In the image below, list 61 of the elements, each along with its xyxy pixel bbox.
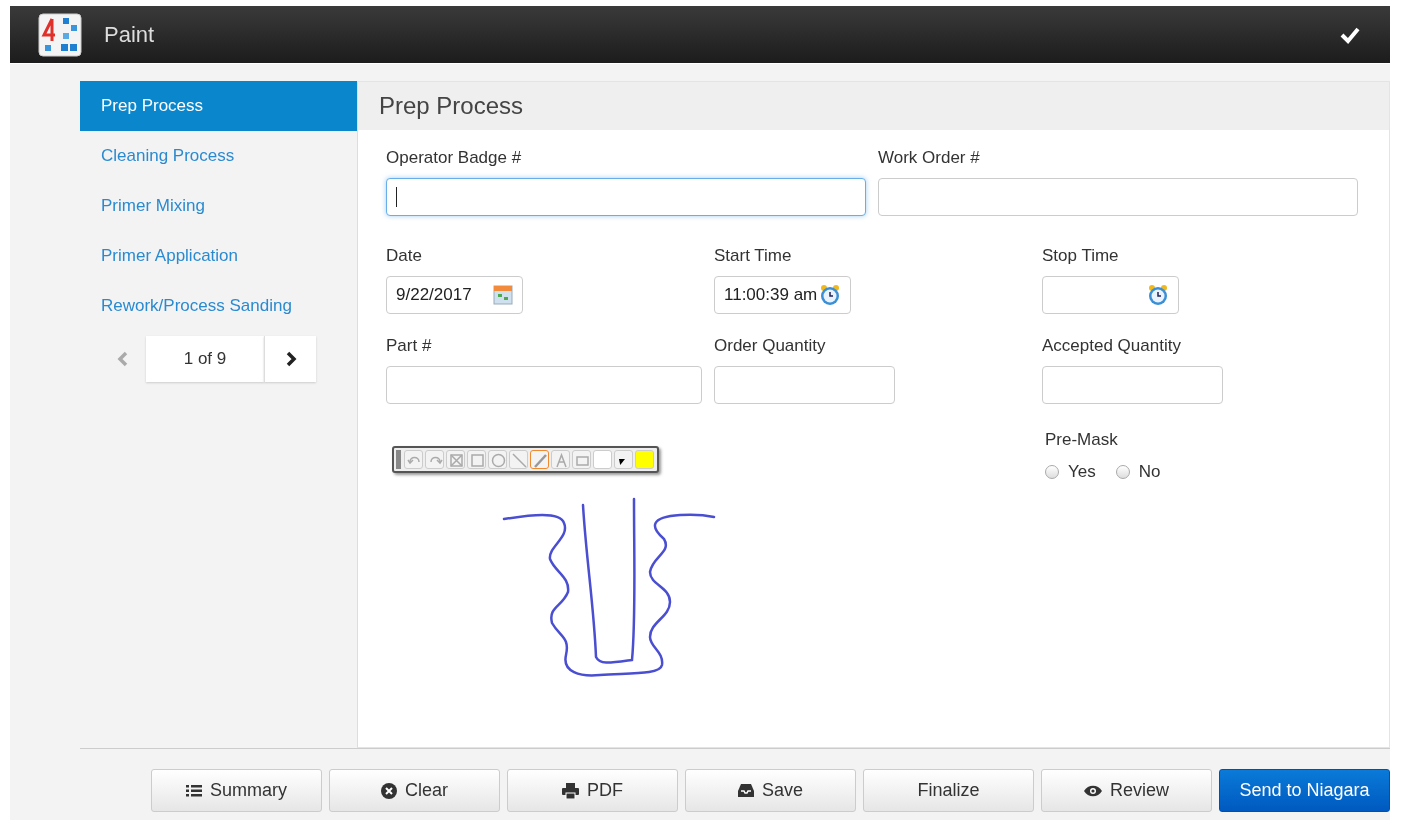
panel-title: Prep Process xyxy=(358,82,1389,130)
next-button[interactable] xyxy=(264,336,316,382)
input-field[interactable] xyxy=(714,366,895,404)
time-field[interactable] xyxy=(1042,276,1179,314)
color-swatch[interactable] xyxy=(635,450,654,469)
rectangle-tool[interactable] xyxy=(467,450,486,469)
redo[interactable] xyxy=(425,450,444,469)
field-label: Part # xyxy=(386,336,433,356)
eraser-tool[interactable] xyxy=(572,450,591,469)
action-button[interactable]: Finalize xyxy=(863,769,1034,812)
clear-icon xyxy=(447,451,466,470)
field-label: Accepted Quantity xyxy=(1042,336,1182,356)
field-label: Work Order # xyxy=(878,148,981,168)
checkmark-icon[interactable] xyxy=(1340,25,1360,44)
sidebar-item[interactable]: Prep Process xyxy=(80,81,357,131)
list-icon xyxy=(186,783,202,798)
circle-tool[interactable] xyxy=(488,450,507,469)
date-field[interactable]: 9/22/2017 xyxy=(386,276,523,314)
field-label: Date xyxy=(386,246,423,266)
circle-icon xyxy=(489,451,508,470)
action-button[interactable]: PDF xyxy=(507,769,678,812)
alarm-clock-icon[interactable] xyxy=(1147,284,1169,306)
input-field[interactable] xyxy=(386,178,866,216)
action-button[interactable]: Send to Niagara xyxy=(1219,769,1390,812)
close-icon xyxy=(381,782,397,799)
line-tool[interactable] xyxy=(509,450,528,469)
field-label: Operator Badge # xyxy=(386,148,523,168)
caret-icon xyxy=(619,459,625,465)
input-field[interactable] xyxy=(386,366,702,404)
color-swatch[interactable] xyxy=(593,450,612,469)
app-logo-icon xyxy=(38,12,82,57)
alarm-clock-icon[interactable] xyxy=(819,284,841,306)
printer-icon xyxy=(562,782,579,799)
window-title: Paint xyxy=(104,21,156,48)
square-icon xyxy=(468,451,487,470)
action-button[interactable]: Save xyxy=(685,769,856,812)
chevron-right-icon xyxy=(284,351,297,367)
field-label: Start Time xyxy=(714,246,793,266)
eye-icon xyxy=(1084,784,1102,797)
clear[interactable] xyxy=(446,450,465,469)
page-indicator: 1 of 9 xyxy=(146,336,264,382)
size-dropdown[interactable] xyxy=(614,450,633,469)
field-label: Stop Time xyxy=(1042,246,1120,266)
text-tool[interactable] xyxy=(551,450,570,469)
action-button[interactable]: Summary xyxy=(151,769,322,812)
field-label: Order Quantity xyxy=(714,336,827,356)
sidebar-item[interactable]: Primer Mixing xyxy=(80,181,357,231)
calendar-icon[interactable] xyxy=(493,285,513,305)
radio-option[interactable]: No xyxy=(1115,462,1161,482)
radio-option[interactable]: Yes xyxy=(1045,462,1096,482)
radio-group-label: Pre-Mask xyxy=(1045,430,1119,450)
action-button[interactable]: Clear xyxy=(329,769,500,812)
tray-icon xyxy=(738,783,754,798)
pen-tool[interactable] xyxy=(530,450,549,469)
undo[interactable] xyxy=(404,450,423,469)
time-field[interactable]: 11:00:39 am xyxy=(714,276,851,314)
action-button[interactable]: Review xyxy=(1041,769,1212,812)
chevron-left-icon xyxy=(117,351,129,367)
input-field[interactable] xyxy=(878,178,1358,216)
line-icon xyxy=(510,451,529,470)
input-field[interactable] xyxy=(1042,366,1223,404)
